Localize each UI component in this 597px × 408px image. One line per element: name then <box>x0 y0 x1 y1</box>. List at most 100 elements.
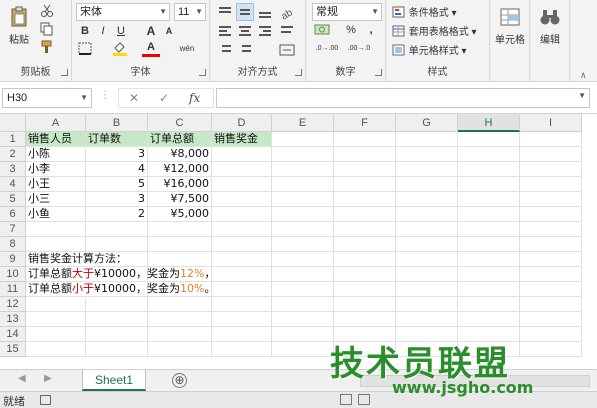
number-launcher-icon[interactable] <box>375 69 382 76</box>
fill-color-icon[interactable] <box>112 40 128 56</box>
cell-d3[interactable] <box>212 162 272 177</box>
cell-b8[interactable] <box>86 237 148 252</box>
column-header-b[interactable]: B <box>86 114 148 132</box>
top-align-icon[interactable] <box>216 3 234 21</box>
italic-button[interactable]: I <box>94 22 112 40</box>
cell-a10[interactable]: 订单总额大于¥10000，奖金为12%， <box>26 267 215 282</box>
cell-e15[interactable] <box>272 342 334 357</box>
cell-d9[interactable] <box>212 252 272 267</box>
cell-e4[interactable] <box>272 177 334 192</box>
format-as-table-button[interactable]: 套用表格格式 ▾ <box>392 23 477 38</box>
worksheet-grid[interactable]: A B C D E F G H I 1 销售人员 订单数 订单总额 销售奖金 2 小陈 3 ¥8,000 3 小李 4 ¥… <box>0 114 597 369</box>
name-box[interactable]: H30 ▼ <box>2 88 92 108</box>
left-align-icon[interactable] <box>216 22 234 40</box>
cell-i9[interactable] <box>520 252 582 267</box>
cell-g8[interactable] <box>396 237 458 252</box>
cell-a3[interactable]: 小李 <box>26 162 86 177</box>
percent-button[interactable]: % <box>342 21 360 39</box>
cell-b12[interactable] <box>86 297 148 312</box>
enter-icon[interactable]: ✓ <box>159 91 169 105</box>
cell-c12[interactable] <box>148 297 212 312</box>
cell-a8[interactable] <box>26 237 86 252</box>
cell-e9[interactable] <box>272 252 334 267</box>
cell-g9[interactable] <box>396 252 458 267</box>
decrease-decimal-button[interactable]: .00→.0 <box>344 40 374 58</box>
font-size-select[interactable]: 11 ▼ <box>174 3 206 21</box>
cell-i15[interactable] <box>520 342 582 357</box>
cell-h6[interactable] <box>458 207 520 222</box>
cell-f5[interactable] <box>334 192 396 207</box>
cell-h3[interactable] <box>458 162 520 177</box>
row-header-12[interactable]: 12 <box>0 297 26 312</box>
cell-e11[interactable] <box>272 282 334 297</box>
merge-center-icon[interactable] <box>278 41 296 59</box>
cell-f9[interactable] <box>334 252 396 267</box>
page-layout-icon[interactable] <box>358 394 370 405</box>
cell-i6[interactable] <box>520 207 582 222</box>
cell-g11[interactable] <box>396 282 458 297</box>
column-header-g[interactable]: G <box>396 114 458 132</box>
cell-d6[interactable] <box>212 207 272 222</box>
comma-button[interactable]: , <box>362 21 380 39</box>
cell-e13[interactable] <box>272 312 334 327</box>
grow-font-button[interactable]: A <box>142 22 160 40</box>
cell-d11[interactable] <box>212 282 272 297</box>
column-header-i[interactable]: I <box>520 114 582 132</box>
formula-bar-grip-icon[interactable]: ⋮ <box>100 90 110 101</box>
cell-f10[interactable] <box>334 267 396 282</box>
cell-a1[interactable]: 销售人员 <box>26 132 86 147</box>
cell-a14[interactable] <box>26 327 86 342</box>
cell-f11[interactable] <box>334 282 396 297</box>
formula-input[interactable]: ▼ <box>216 88 590 108</box>
conditional-format-button[interactable]: 条件格式 ▾ <box>392 4 457 19</box>
orientation-icon[interactable]: ab <box>278 3 296 22</box>
cell-i13[interactable] <box>520 312 582 327</box>
cell-i14[interactable] <box>520 327 582 342</box>
cell-h11[interactable] <box>458 282 520 297</box>
cell-a7[interactable] <box>26 222 86 237</box>
cell-f13[interactable] <box>334 312 396 327</box>
cell-e10[interactable] <box>272 267 334 282</box>
cell-c14[interactable] <box>148 327 212 342</box>
cell-c6[interactable]: ¥5,000 <box>148 207 212 222</box>
cell-b15[interactable] <box>86 342 148 357</box>
cell-d5[interactable] <box>212 192 272 207</box>
middle-align-icon[interactable] <box>236 3 254 21</box>
font-color-button[interactable]: A <box>142 40 160 57</box>
row-header-11[interactable]: 11 <box>0 282 26 297</box>
cell-g1[interactable] <box>396 132 458 147</box>
cell-e7[interactable] <box>272 222 334 237</box>
cell-h9[interactable] <box>458 252 520 267</box>
cell-a5[interactable]: 小三 <box>26 192 86 207</box>
cell-d13[interactable] <box>212 312 272 327</box>
cell-h4[interactable] <box>458 177 520 192</box>
cell-h12[interactable] <box>458 297 520 312</box>
row-header-10[interactable]: 10 <box>0 267 26 282</box>
cell-b2[interactable]: 3 <box>86 147 148 162</box>
paste-button[interactable]: 粘贴 <box>4 6 34 46</box>
row-header-14[interactable]: 14 <box>0 327 26 342</box>
wrap-text-icon[interactable] <box>278 22 296 40</box>
clipboard-launcher-icon[interactable] <box>61 69 68 76</box>
center-align-icon[interactable] <box>236 22 254 40</box>
expand-formula-bar-icon[interactable]: ▼ <box>578 91 586 100</box>
cell-c1[interactable]: 订单总额 <box>148 132 212 147</box>
cell-g6[interactable] <box>396 207 458 222</box>
cell-styles-button[interactable]: 单元格样式 ▾ <box>392 42 467 57</box>
column-header-h[interactable]: H <box>458 114 520 132</box>
row-header-13[interactable]: 13 <box>0 312 26 327</box>
normal-view-icon[interactable] <box>340 394 352 405</box>
cell-f6[interactable] <box>334 207 396 222</box>
alignment-launcher-icon[interactable] <box>295 69 302 76</box>
cell-d1[interactable]: 销售奖金 <box>212 132 272 147</box>
cell-d10[interactable] <box>212 267 272 282</box>
row-header-7[interactable]: 7 <box>0 222 26 237</box>
cell-a2[interactable]: 小陈 <box>26 147 86 162</box>
cell-f3[interactable] <box>334 162 396 177</box>
column-header-f[interactable]: F <box>334 114 396 132</box>
cell-c13[interactable] <box>148 312 212 327</box>
cell-c7[interactable] <box>148 222 212 237</box>
cell-e3[interactable] <box>272 162 334 177</box>
cell-c2[interactable]: ¥8,000 <box>148 147 212 162</box>
cell-f4[interactable] <box>334 177 396 192</box>
